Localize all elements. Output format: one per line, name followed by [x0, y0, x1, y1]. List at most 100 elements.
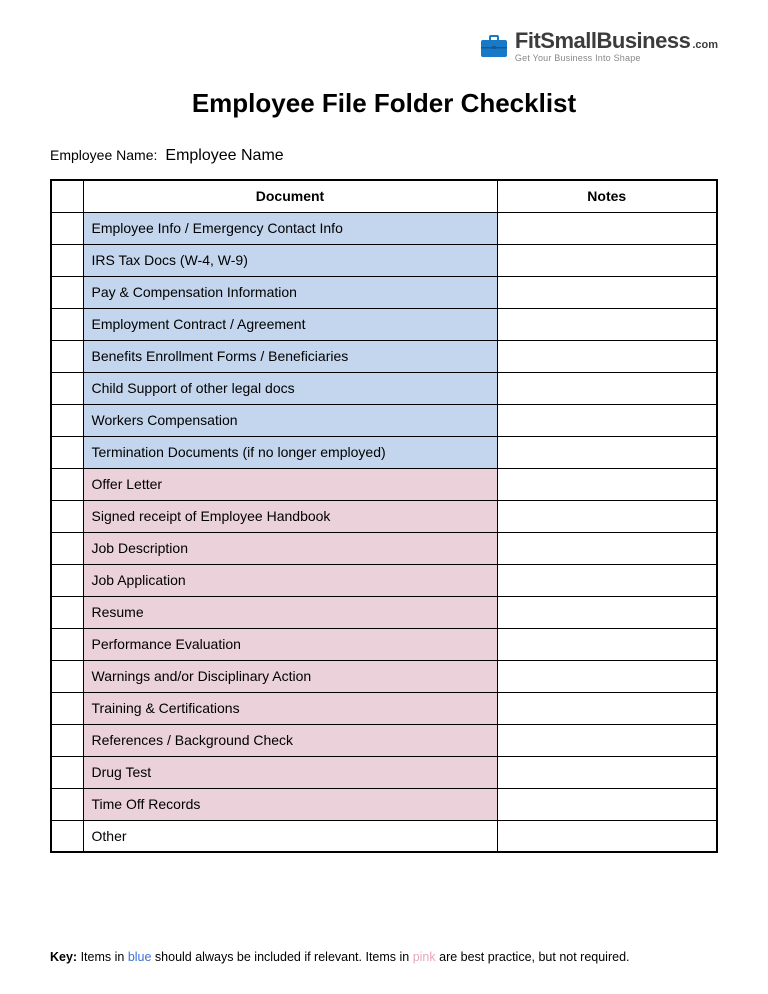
check-cell[interactable] [51, 468, 83, 500]
notes-cell[interactable] [497, 596, 717, 628]
table-row: Pay & Compensation Information [51, 276, 717, 308]
document-cell: Drug Test [83, 756, 497, 788]
table-row: Job Application [51, 564, 717, 596]
notes-cell[interactable] [497, 788, 717, 820]
key-text-2: should always be included if relevant. I… [151, 950, 412, 964]
check-cell[interactable] [51, 532, 83, 564]
table-row: Warnings and/or Disciplinary Action [51, 660, 717, 692]
key-label: Key: [50, 950, 77, 964]
page-title: Employee File Folder Checklist [50, 88, 718, 119]
table-row: Workers Compensation [51, 404, 717, 436]
key-text-3: are best practice, but not required. [436, 950, 630, 964]
notes-cell[interactable] [497, 564, 717, 596]
header-notes: Notes [497, 180, 717, 212]
check-cell[interactable] [51, 788, 83, 820]
check-cell[interactable] [51, 436, 83, 468]
logo-main: FitSmallBusiness [515, 30, 690, 52]
briefcase-icon [479, 34, 509, 60]
key-blue-word: blue [128, 950, 152, 964]
document-cell: IRS Tax Docs (W-4, W-9) [83, 244, 497, 276]
notes-cell[interactable] [497, 532, 717, 564]
document-cell: Other [83, 820, 497, 852]
notes-cell[interactable] [497, 340, 717, 372]
document-cell: Workers Compensation [83, 404, 497, 436]
document-cell: Job Application [83, 564, 497, 596]
check-cell[interactable] [51, 596, 83, 628]
notes-cell[interactable] [497, 436, 717, 468]
document-cell: Child Support of other legal docs [83, 372, 497, 404]
check-cell[interactable] [51, 500, 83, 532]
table-row: Employee Info / Emergency Contact Info [51, 212, 717, 244]
employee-name-value: Employee Name [165, 147, 283, 165]
check-cell[interactable] [51, 628, 83, 660]
notes-cell[interactable] [497, 212, 717, 244]
notes-cell[interactable] [497, 404, 717, 436]
table-row: Signed receipt of Employee Handbook [51, 500, 717, 532]
notes-cell[interactable] [497, 276, 717, 308]
notes-cell[interactable] [497, 468, 717, 500]
logo-text: FitSmallBusiness .com Get Your Business … [515, 30, 718, 63]
table-row: Termination Documents (if no longer empl… [51, 436, 717, 468]
notes-cell[interactable] [497, 244, 717, 276]
notes-cell[interactable] [497, 628, 717, 660]
notes-cell[interactable] [497, 692, 717, 724]
logo-area: FitSmallBusiness .com Get Your Business … [50, 30, 718, 63]
employee-name-row: Employee Name: Employee Name [50, 147, 718, 165]
check-cell[interactable] [51, 404, 83, 436]
document-cell: Performance Evaluation [83, 628, 497, 660]
document-cell: Benefits Enrollment Forms / Beneficiarie… [83, 340, 497, 372]
table-row: Performance Evaluation [51, 628, 717, 660]
check-cell[interactable] [51, 244, 83, 276]
table-header-row: Document Notes [51, 180, 717, 212]
header-check [51, 180, 83, 212]
notes-cell[interactable] [497, 820, 717, 852]
document-cell: Pay & Compensation Information [83, 276, 497, 308]
table-row: Time Off Records [51, 788, 717, 820]
notes-cell[interactable] [497, 500, 717, 532]
check-cell[interactable] [51, 372, 83, 404]
document-cell: Termination Documents (if no longer empl… [83, 436, 497, 468]
document-cell: Resume [83, 596, 497, 628]
checklist-table: Document Notes Employee Info / Emergency… [50, 179, 718, 853]
key-footer: Key: Items in blue should always be incl… [50, 950, 718, 964]
check-cell[interactable] [51, 212, 83, 244]
employee-name-label: Employee Name: [50, 147, 157, 163]
logo-tagline: Get Your Business Into Shape [515, 54, 718, 63]
check-cell[interactable] [51, 756, 83, 788]
table-row: Child Support of other legal docs [51, 372, 717, 404]
table-row: Job Description [51, 532, 717, 564]
key-text-1: Items in [77, 950, 128, 964]
notes-cell[interactable] [497, 756, 717, 788]
table-row: References / Background Check [51, 724, 717, 756]
table-row: Drug Test [51, 756, 717, 788]
document-cell: Job Description [83, 532, 497, 564]
logo-dotcom: .com [692, 40, 718, 51]
notes-cell[interactable] [497, 660, 717, 692]
notes-cell[interactable] [497, 724, 717, 756]
table-row: Other [51, 820, 717, 852]
check-cell[interactable] [51, 724, 83, 756]
check-cell[interactable] [51, 340, 83, 372]
table-row: Offer Letter [51, 468, 717, 500]
check-cell[interactable] [51, 692, 83, 724]
table-row: IRS Tax Docs (W-4, W-9) [51, 244, 717, 276]
document-cell: Time Off Records [83, 788, 497, 820]
check-cell[interactable] [51, 308, 83, 340]
check-cell[interactable] [51, 820, 83, 852]
notes-cell[interactable] [497, 308, 717, 340]
document-cell: Warnings and/or Disciplinary Action [83, 660, 497, 692]
check-cell[interactable] [51, 564, 83, 596]
document-cell: Signed receipt of Employee Handbook [83, 500, 497, 532]
document-cell: Training & Certifications [83, 692, 497, 724]
key-pink-word: pink [413, 950, 436, 964]
notes-cell[interactable] [497, 372, 717, 404]
header-document: Document [83, 180, 497, 212]
document-cell: Employment Contract / Agreement [83, 308, 497, 340]
check-cell[interactable] [51, 660, 83, 692]
table-row: Benefits Enrollment Forms / Beneficiarie… [51, 340, 717, 372]
document-cell: References / Background Check [83, 724, 497, 756]
table-row: Training & Certifications [51, 692, 717, 724]
document-cell: Offer Letter [83, 468, 497, 500]
check-cell[interactable] [51, 276, 83, 308]
table-row: Resume [51, 596, 717, 628]
